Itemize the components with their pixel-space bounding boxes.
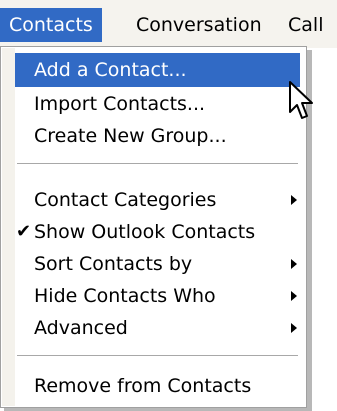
menu-item-import-contacts[interactable]: Import Contacts... — [15, 87, 300, 121]
menu-bar: Contacts Conversation Call — [0, 0, 337, 48]
menu-item-advanced[interactable]: Advanced — [15, 311, 300, 345]
menu-call[interactable]: Call — [279, 8, 332, 42]
submenu-arrow-icon — [291, 259, 297, 269]
submenu-arrow-icon — [291, 195, 297, 205]
menu-item-label: Remove from Contacts — [34, 375, 252, 397]
menu-item-add-contact[interactable]: Add a Contact... — [15, 53, 300, 87]
menu-item-label: Advanced — [34, 317, 128, 339]
menu-item-sort-contacts-by[interactable]: Sort Contacts by — [15, 247, 300, 281]
menu-gutter — [2, 48, 15, 406]
menu-item-label: Add a Contact... — [34, 59, 187, 81]
menu-conversation[interactable]: Conversation — [127, 8, 271, 42]
menu-item-remove-from-contacts[interactable]: Remove from Contacts — [15, 369, 300, 403]
menu-item-label: Contact Categories — [34, 189, 217, 211]
menu-item-hide-contacts-who[interactable]: Hide Contacts Who — [15, 279, 300, 313]
submenu-arrow-icon — [291, 323, 297, 333]
menu-item-label: Create New Group... — [34, 125, 227, 147]
menu-item-contact-categories[interactable]: Contact Categories — [15, 183, 300, 217]
menu-item-show-outlook-contacts[interactable]: ✔ Show Outlook Contacts — [15, 215, 300, 249]
submenu-arrow-icon — [291, 291, 297, 301]
menu-item-label: Sort Contacts by — [34, 253, 193, 275]
menu-item-label: Import Contacts... — [34, 93, 206, 115]
contacts-dropdown-menu: Add a Contact... Import Contacts... Crea… — [0, 46, 307, 408]
menu-item-label: Hide Contacts Who — [34, 285, 216, 307]
menu-separator — [17, 163, 298, 165]
menu-item-label: Show Outlook Contacts — [34, 221, 256, 243]
checkmark-icon: ✔ — [16, 221, 32, 242]
menu-separator — [17, 355, 298, 357]
arrow-pointer-icon — [289, 81, 313, 119]
menu-contacts[interactable]: Contacts — [0, 8, 102, 42]
menu-item-create-new-group[interactable]: Create New Group... — [15, 119, 300, 153]
